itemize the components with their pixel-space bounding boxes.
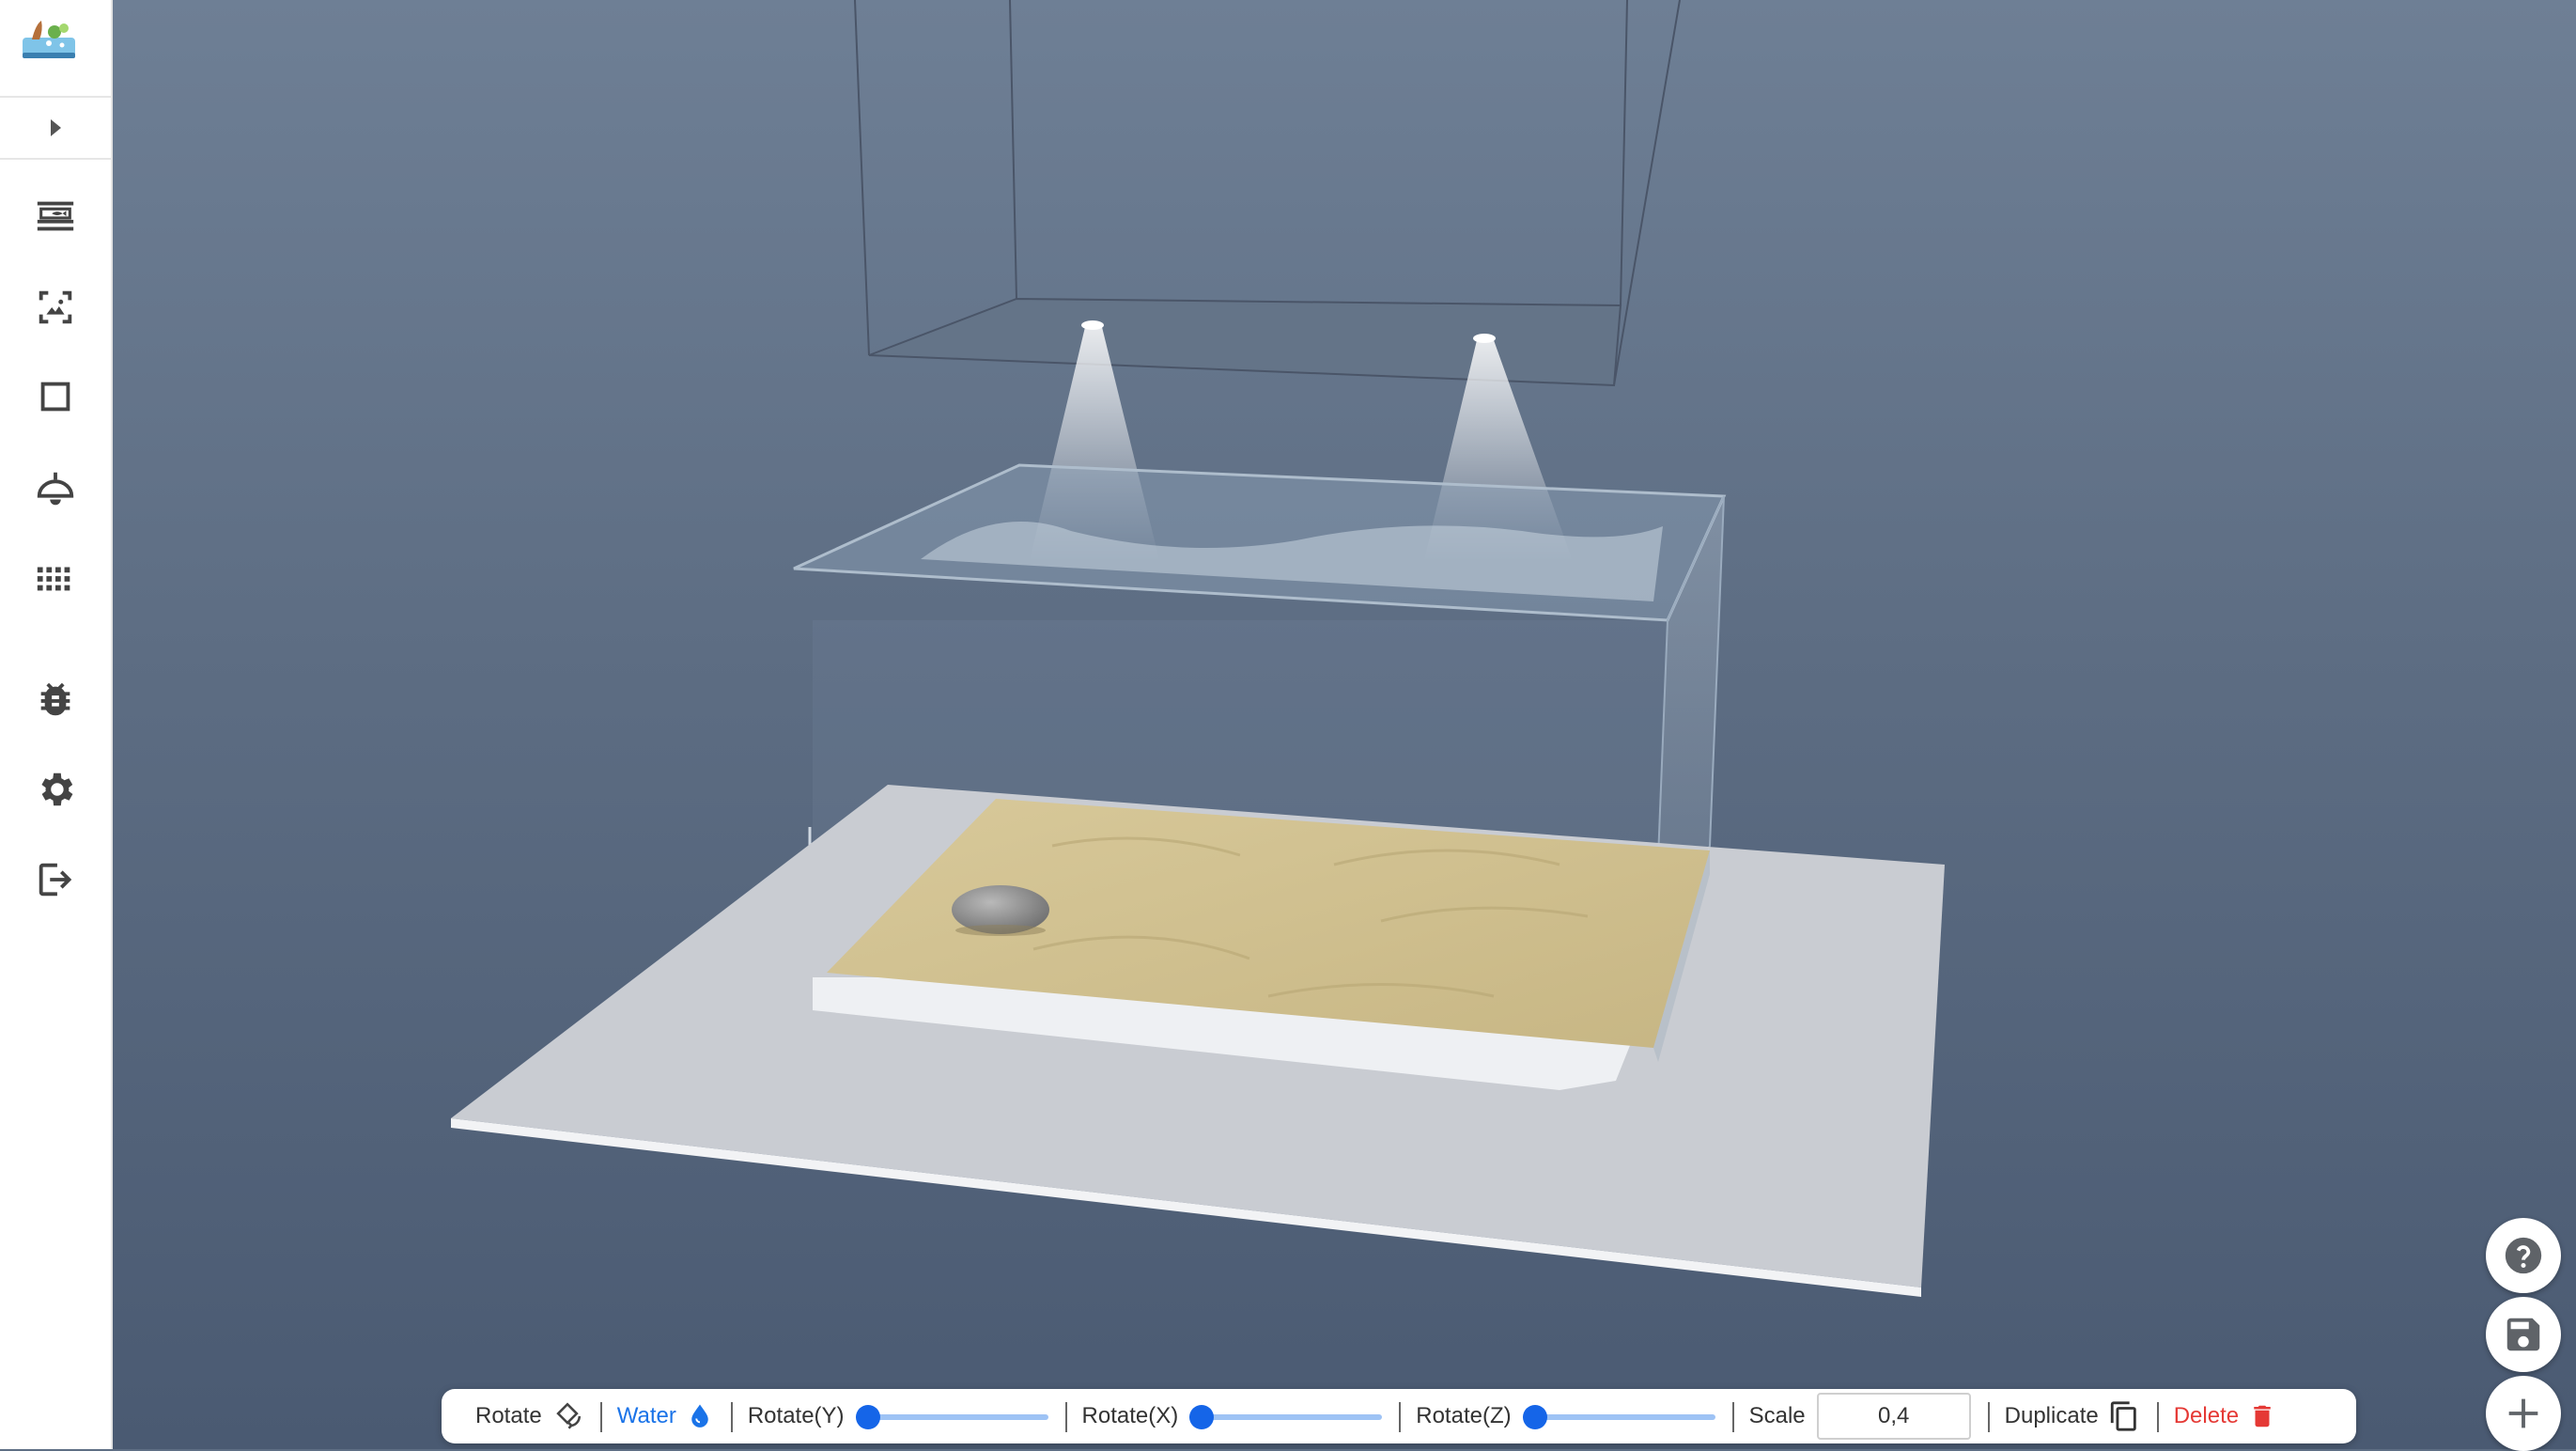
save-button[interactable] [2486,1297,2561,1372]
delete-label: Delete [2173,1403,2240,1428]
rotate-z-label: Rotate(Z) [1416,1403,1512,1428]
rotate-z-slider-thumb[interactable] [1522,1405,1547,1429]
sidebar-item-background[interactable] [25,277,85,337]
background-image-icon [39,290,72,324]
copy-icon [2108,1399,2140,1433]
add-icon [2508,1398,2538,1428]
rotate-x-slider-thumb[interactable] [1189,1405,1215,1429]
rotate-icon [551,1400,583,1432]
water-drop-icon [686,1401,714,1431]
sidebar-item-lighting[interactable] [25,459,85,519]
sidebar-item-settings[interactable] [25,759,85,819]
rotate-y-slider[interactable] [855,1402,1048,1430]
sidebar-item-grid[interactable] [25,548,85,608]
water-button[interactable]: Water [599,1389,731,1443]
sidebar-item-aquarium[interactable] [25,186,85,246]
rotate-x-control: Rotate(X) [1064,1389,1400,1443]
trash-icon [2248,1401,2276,1431]
duplicate-button[interactable]: Duplicate [1987,1389,2157,1443]
scale-input[interactable] [1816,1393,1971,1440]
rotate-z-slider[interactable] [1522,1402,1715,1430]
help-button[interactable] [2486,1218,2561,1293]
sidebar-item-debug[interactable] [25,669,85,729]
sidebar [0,0,113,1449]
rotate-y-control: Rotate(Y) [730,1389,1065,1443]
rotate-label: Rotate [475,1403,542,1428]
3d-viewport[interactable]: Rotate Water Rotate(Y) Rotate(X) Rotate(… [113,0,2576,1449]
lamp-icon [37,472,74,506]
save-icon [2506,1318,2540,1351]
rotate-y-label: Rotate(Y) [747,1403,845,1428]
sidebar-item-logout[interactable] [25,850,85,910]
lamp-panel [868,297,1622,387]
rotate-z-control: Rotate(Z) [1399,1389,1731,1443]
grid-dots-icon [37,567,70,591]
sidebar-expand-button[interactable] [0,96,111,160]
water-label: Water [616,1403,676,1428]
rotate-button[interactable]: Rotate [442,1389,600,1443]
help-icon [2505,1237,2542,1274]
square-shape-icon [40,382,70,412]
aquarium-scene[interactable] [113,0,2576,1449]
bug-icon [40,682,70,716]
settings-gear-icon [41,772,73,806]
aquarium-logo-icon[interactable] [21,15,77,62]
aquarium-icon [37,201,74,231]
rotate-y-slider-thumb[interactable] [855,1405,880,1429]
duplicate-label: Duplicate [2004,1403,2099,1428]
scale-label: Scale [1748,1403,1806,1428]
delete-button[interactable]: Delete [2156,1389,2293,1443]
rotate-x-slider[interactable] [1189,1402,1383,1430]
sidebar-item-shape[interactable] [25,367,85,427]
add-button[interactable] [2486,1376,2561,1451]
chevron-right-icon [51,119,61,136]
scale-control: Scale [1731,1389,1988,1443]
object-toolbar: Rotate Water Rotate(Y) Rotate(X) Rotate(… [442,1389,2356,1443]
logout-icon [39,863,72,897]
rotate-x-label: Rotate(X) [1081,1403,1179,1428]
